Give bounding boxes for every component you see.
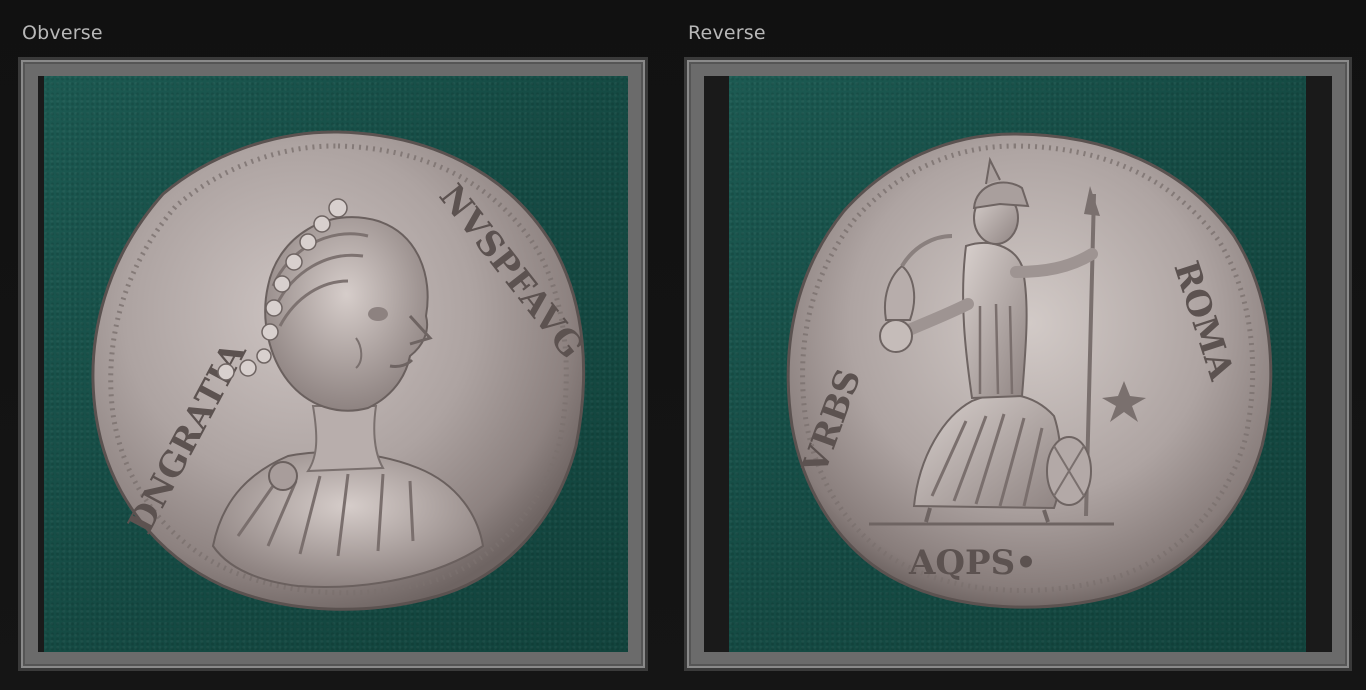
obverse-frame: DNGRATIA NVSPFAVG [18,57,648,671]
svg-text:AQPS•: AQPS• [908,543,1037,583]
obverse-title: Obverse [22,22,103,44]
reverse-title: Reverse [688,22,766,44]
reverse-coin-image: VRBS ROMA AQPS• [786,132,1273,609]
reverse-frame: VRBS ROMA AQPS• [684,57,1352,671]
reverse-image-area[interactable]: VRBS ROMA AQPS• [704,76,1332,652]
reverse-coin-flan [786,132,1273,609]
obverse-coin-image: DNGRATIA NVSPFAVG [91,130,591,611]
obverse-image-area[interactable]: DNGRATIA NVSPFAVG [38,76,628,652]
coin-viewer: Obverse DNGRATIA NVSPFAVG Reverse VRBS R… [0,0,1366,690]
